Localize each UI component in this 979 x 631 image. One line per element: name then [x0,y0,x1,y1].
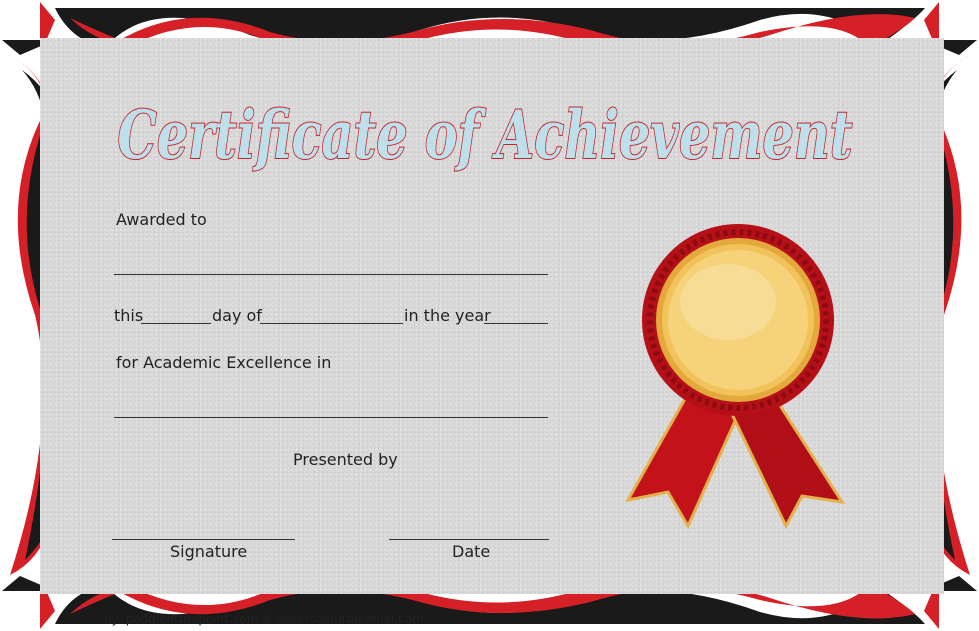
award-ribbon-medal-icon [625,224,846,530]
academic-excellence-label: for Academic Excellence in [116,353,332,372]
signature-line [112,539,295,540]
awarded-to-label: Awarded to [116,210,207,229]
this-label: this [114,306,144,325]
year-line [484,323,548,324]
day-of-label: day of [212,306,262,325]
in-the-year-label: in the year [404,306,491,325]
svg-text:Certificate of Achievement: Certificate of Achievement [118,96,853,174]
presented-by-label: Presented by [293,450,398,469]
date-line [389,539,549,540]
recipient-name-line [114,274,548,275]
day-line [141,323,211,324]
credit-text: by: paddleatthepoint.com & watercolourbi… [104,612,424,626]
certificate: Certificate of Achievement Awarded to th… [0,0,979,631]
subject-line [114,417,548,418]
signature-label: Signature [170,542,248,561]
date-label: Date [452,542,491,561]
certificate-title: Certificate of Achievement [117,95,854,175]
month-line [260,323,403,324]
